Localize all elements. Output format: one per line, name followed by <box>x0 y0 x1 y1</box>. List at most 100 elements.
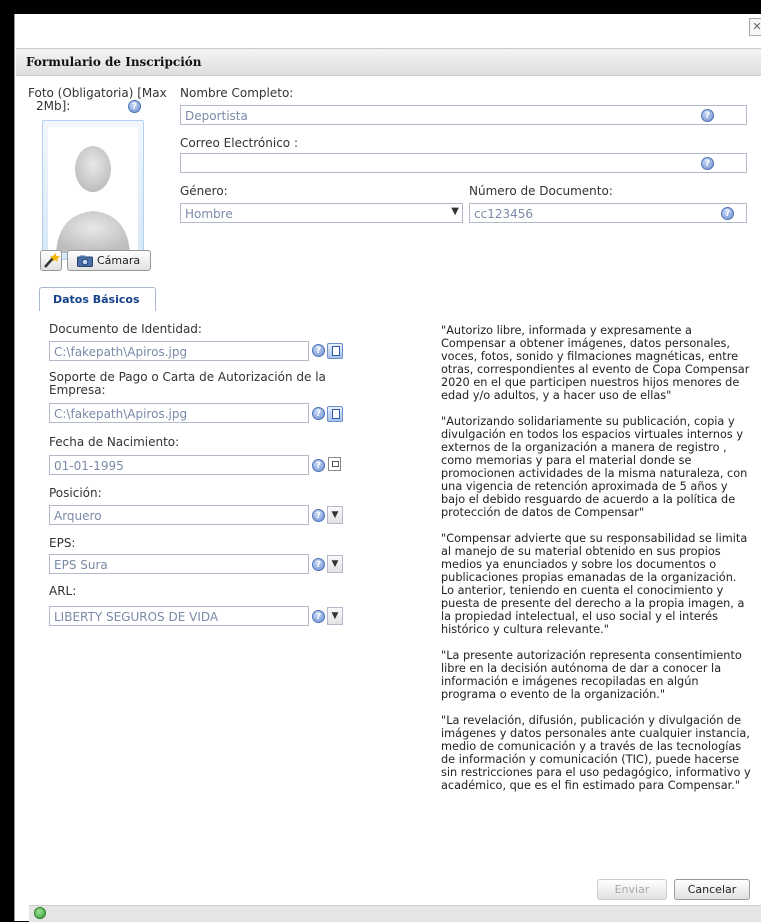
legal-line: libre en la decisión autónoma de dar a c… <box>441 662 722 675</box>
camera-button-label: Cámara <box>97 254 141 267</box>
doc-number-input[interactable]: cc123456 ? <box>469 203 747 223</box>
legal-line: Compensar a obtener imágenes, datos pers… <box>441 337 730 350</box>
legal-line: programa o evento de la organización." <box>441 688 666 701</box>
legal-line: otras, correspondientes al evento de Cop… <box>441 363 750 376</box>
help-icon[interactable]: ? <box>312 344 325 357</box>
name-value: Deportista <box>185 109 248 123</box>
email-input[interactable]: ? <box>180 153 747 173</box>
legal-line: histórico y cultura relevante." <box>441 623 609 636</box>
legal-paragraph: "Autorizando solidariamente su publicaci… <box>441 415 761 519</box>
help-icon[interactable]: ? <box>128 100 141 113</box>
legal-line: imágenes y datos personales ante cualqui… <box>441 727 750 740</box>
legal-line: puesta de presente del derecho a la prop… <box>441 597 745 610</box>
email-label: Correo Electrónico : <box>180 136 299 150</box>
legal-line: "Autorizo libre, informada y expresament… <box>441 324 692 337</box>
help-icon[interactable]: ? <box>312 558 325 571</box>
id-doc-input[interactable]: C:\fakepath\Apiros.jpg <box>49 341 309 361</box>
position-select[interactable]: Arquero <box>49 505 309 525</box>
chevron-down-icon[interactable]: ▼ <box>327 506 343 524</box>
help-icon[interactable]: ? <box>312 610 325 623</box>
legal-line: Lo anterior, teniendo en cuenta el conoc… <box>441 584 724 597</box>
legal-line: protección de datos de Compensar" <box>441 506 645 519</box>
eps-label: EPS: <box>49 536 76 550</box>
legal-line: 2020 en el que participen nuestros hijos… <box>441 376 740 389</box>
arl-label: ARL: <box>49 584 77 598</box>
help-icon[interactable]: ? <box>721 207 734 220</box>
legal-paragraph: "La presente autorización representa con… <box>441 649 761 701</box>
window-topbar: ✕ <box>15 14 761 38</box>
close-icon[interactable]: ✕ <box>749 18 761 36</box>
legal-line: publicaciones propias emanadas de la org… <box>441 571 737 584</box>
arl-value: LIBERTY SEGUROS DE VIDA <box>54 610 219 624</box>
payment-input[interactable]: C:\fakepath\Apiros.jpg <box>49 403 309 423</box>
legal-line: una vigencia de retención aproximada de … <box>441 480 728 493</box>
avatar-silhouette-icon <box>56 146 130 253</box>
submit-button-label: Enviar <box>614 883 650 896</box>
arl-select[interactable]: LIBERTY SEGUROS DE VIDA <box>49 606 309 626</box>
submit-button[interactable]: Enviar <box>597 879 667 900</box>
legal-paragraph: "Autorizo libre, informada y expresament… <box>441 324 761 402</box>
birth-label: Fecha de Nacimiento: <box>49 435 180 449</box>
doc-number-label: Número de Documento: <box>469 184 613 198</box>
legal-line: promocionen actividades de la misma natu… <box>441 467 748 480</box>
tab-strip: Datos Básicos <box>29 287 761 312</box>
cancel-button-label: Cancelar <box>687 883 737 896</box>
gender-select[interactable]: Hombre ▼ <box>180 203 463 223</box>
position-value: Arquero <box>54 509 102 523</box>
tab-datos-basicos[interactable]: Datos Básicos <box>39 287 156 311</box>
help-icon[interactable]: ? <box>312 459 325 472</box>
camera-button[interactable]: Cámara <box>67 250 151 271</box>
photo-label-line2: 2Mb]: <box>36 99 71 113</box>
calendar-icon[interactable] <box>328 457 341 471</box>
legal-line: como memorias y para el material donde s… <box>441 454 692 467</box>
legal-line: medio de comunicación y a través de las … <box>441 740 742 753</box>
birth-value: 01-01-1995 <box>54 459 124 473</box>
wand-icon <box>44 253 60 268</box>
file-browse-icon[interactable] <box>327 406 343 422</box>
legal-line: "Autorizando solidariamente su publicaci… <box>441 415 735 428</box>
chevron-down-icon[interactable]: ▼ <box>327 555 343 573</box>
wand-button[interactable] <box>40 250 62 271</box>
tab-body: Documento de Identidad: C:\fakepath\Apir… <box>29 311 761 900</box>
avatar <box>48 127 138 253</box>
help-icon[interactable]: ? <box>312 407 325 420</box>
photo-frame[interactable] <box>42 120 144 260</box>
id-doc-value: C:\fakepath\Apiros.jpg <box>54 345 188 359</box>
help-icon[interactable]: ? <box>312 509 325 522</box>
help-icon[interactable]: ? <box>701 109 714 122</box>
eps-select[interactable]: EPS Sura <box>49 554 309 574</box>
legal-line: externos de la organización a manera de … <box>441 441 727 454</box>
chevron-down-icon[interactable]: ▼ <box>451 206 459 217</box>
legal-line: de información y comunicación (TIC), pue… <box>441 753 740 766</box>
eps-value: EPS Sura <box>54 558 108 572</box>
name-input[interactable]: Deportista ? <box>180 105 747 125</box>
position-label: Posición: <box>49 486 102 500</box>
legal-text: "Autorizo libre, informada y expresament… <box>441 324 761 805</box>
id-doc-label: Documento de Identidad: <box>49 322 202 336</box>
gender-value: Hombre <box>185 207 233 221</box>
payment-label-line2: Empresa: <box>49 383 106 397</box>
legal-line: "La revelación, difusión, publicación y … <box>441 714 742 727</box>
file-browse-icon[interactable] <box>327 343 343 359</box>
panel-title: Formulario de Inscripción <box>26 55 202 69</box>
chevron-down-icon[interactable]: ▼ <box>327 607 343 625</box>
cancel-button[interactable]: Cancelar <box>674 879 750 900</box>
tab-label: Datos Básicos <box>53 293 140 306</box>
legal-line: "La presente autorización representa con… <box>441 649 742 662</box>
legal-line: edad y/o adultos, y a hacer uso de ellas… <box>441 389 672 402</box>
photo-label-line1: Foto (Obligatoria) [Max <box>28 86 167 100</box>
status-bar <box>29 905 761 922</box>
legal-line: voces, fotos, sonido y filmaciones magné… <box>441 350 739 363</box>
birth-input[interactable]: 01-01-1995 <box>49 455 309 475</box>
legal-line: sin restricciones para el uso pedagógico… <box>441 766 751 779</box>
legal-line: la propiedad intelectual, el uso social … <box>441 610 718 623</box>
legal-line: bajo el debido resguardo de acuerdo a la… <box>441 493 736 506</box>
legal-line: "Compensar advierte que su responsabilid… <box>441 532 748 545</box>
gender-label: Género: <box>180 184 228 198</box>
legal-paragraph: "Compensar advierte que su responsabilid… <box>441 532 761 636</box>
legal-line: información e imágenes recopiladas en al… <box>441 675 699 688</box>
help-icon[interactable]: ? <box>701 157 714 170</box>
registration-window: ✕ Formulario de Inscripción Foto (Obliga… <box>14 14 761 922</box>
camera-icon <box>77 255 93 267</box>
panel-header: Formulario de Inscripción <box>16 48 761 76</box>
